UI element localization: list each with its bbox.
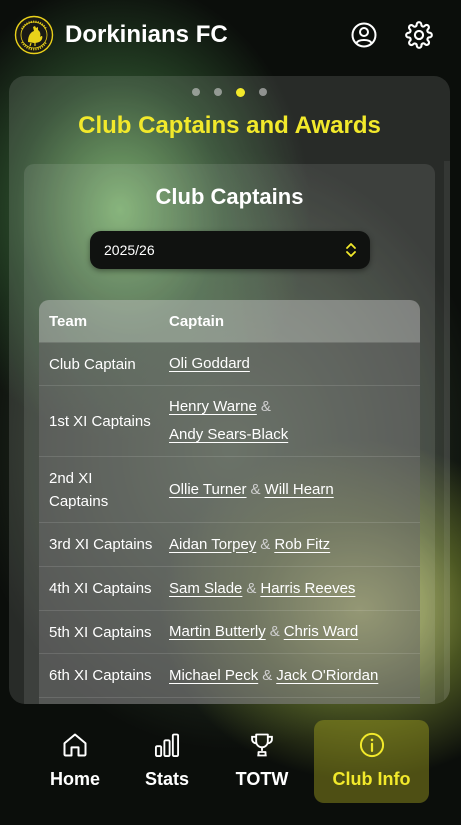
- captain-link[interactable]: Jack O'Riordan: [276, 667, 378, 684]
- bar-chart-icon: [153, 730, 181, 760]
- captain-separator: &: [262, 666, 273, 684]
- table-row: 3rd XI Captains Aidan Torpey & Rob Fitz: [39, 522, 420, 566]
- captain-link[interactable]: Rob Fitz: [274, 536, 330, 553]
- nav-home[interactable]: Home: [36, 720, 114, 803]
- club-crest-logo[interactable]: [14, 15, 54, 55]
- section-title: Club Captains: [155, 184, 304, 209]
- season-select[interactable]: 2025/26: [90, 231, 370, 269]
- captain-link[interactable]: Henry Warne: [169, 398, 257, 415]
- trophy-icon: [248, 730, 276, 760]
- team-cell: 1st XI Captains: [49, 412, 151, 430]
- club-captains-section: Club Captains 2025/26 Team Captain Club …: [24, 164, 435, 704]
- captain-link[interactable]: Oli Goddard: [169, 355, 250, 372]
- app-header: Dorkinians FC: [0, 0, 461, 72]
- settings-button[interactable]: [404, 20, 434, 50]
- team-cell: Club Captain: [49, 355, 136, 373]
- team-cell: 6th XI Captains: [49, 667, 152, 684]
- nav-club-info[interactable]: Club Info: [314, 720, 429, 803]
- captain-separator: &: [250, 480, 261, 498]
- page-title: Club Captains and Awards: [78, 112, 381, 139]
- captain-separator: &: [260, 535, 271, 553]
- column-header-captain: Captain: [169, 312, 225, 330]
- captains-table: Team Captain Club Captain Oli Goddard 1s…: [39, 300, 420, 704]
- captain-cell: Henry Warne & Andy Sears-Black: [169, 393, 420, 449]
- captain-cell: Ollie Turner & Will Hearn: [169, 476, 420, 504]
- table-header: Team Captain: [39, 300, 420, 342]
- table-row-partial: [39, 697, 420, 704]
- nav-totw[interactable]: TOTW: [226, 720, 298, 803]
- captain-link[interactable]: Aidan Torpey: [169, 536, 256, 553]
- table-row: 1st XI Captains Henry Warne & Andy Sears-…: [39, 385, 420, 456]
- captain-link[interactable]: Will Hearn: [265, 481, 334, 498]
- nav-home-label: Home: [49, 769, 100, 789]
- nav-stats-label: Stats: [144, 769, 189, 789]
- scrollbar[interactable]: [444, 161, 450, 704]
- captain-link[interactable]: Sam Slade: [169, 580, 242, 597]
- info-icon: [358, 730, 386, 760]
- nav-stats[interactable]: Stats: [133, 720, 201, 803]
- bottom-navigation: Home Stats TOTW Club Info: [0, 712, 461, 812]
- captain-separator: &: [269, 623, 280, 640]
- captain-cell: Aidan Torpey & Rob Fitz: [169, 531, 420, 559]
- table-row: Club Captain Oli Goddard: [39, 342, 420, 385]
- captain-cell: Martin Butterly & Chris Ward: [169, 618, 420, 646]
- team-cell: 2nd XI Captains: [49, 469, 109, 510]
- column-header-team: Team: [49, 312, 88, 330]
- user-profile-button[interactable]: [349, 20, 379, 50]
- carousel-dot-4[interactable]: [259, 88, 267, 96]
- captain-link[interactable]: Martin Butterly: [169, 623, 266, 640]
- season-select-value: 2025/26: [104, 242, 155, 258]
- carousel-dot-3-active[interactable]: [236, 87, 245, 97]
- captain-separator: &: [246, 579, 257, 597]
- nav-club-info-label: Club Info: [332, 769, 411, 789]
- captain-link[interactable]: Andy Sears-Black: [169, 426, 288, 443]
- team-cell: 3rd XI Captains: [49, 536, 153, 553]
- carousel-dot-1[interactable]: [192, 88, 200, 96]
- team-cell: 4th XI Captains: [49, 580, 152, 597]
- chevron-up-down-icon: [345, 241, 357, 264]
- gear-icon: [405, 21, 433, 49]
- home-icon: [61, 730, 89, 760]
- user-circle-icon: [351, 22, 377, 48]
- table-row: 2nd XI Captains Ollie Turner & Will Hearn: [39, 456, 420, 522]
- table-row: 5th XI Captains Martin Butterly & Chris Wa…: [39, 610, 420, 653]
- main-content-card: Club Captains and Awards Club Captains 2…: [9, 76, 450, 704]
- team-cell: 5th XI Captains: [49, 623, 152, 641]
- captain-cell: Oli Goddard: [169, 350, 420, 378]
- captain-link[interactable]: Harris Reeves: [260, 580, 355, 597]
- captain-link[interactable]: Chris Ward: [284, 623, 358, 640]
- carousel-dots: [9, 87, 450, 97]
- captain-separator: &: [260, 398, 271, 415]
- captain-cell: Michael Peck & Jack O'Riordan: [169, 662, 420, 690]
- captain-cell: Sam Slade & Harris Reeves: [169, 575, 420, 603]
- captain-link[interactable]: Ollie Turner: [169, 481, 247, 498]
- table-row: 4th XI Captains Sam Slade & Harris Reeves: [39, 566, 420, 610]
- carousel-dot-2[interactable]: [214, 88, 222, 96]
- captain-link[interactable]: Michael Peck: [169, 667, 258, 684]
- nav-totw-label: TOTW: [235, 769, 289, 789]
- table-row: 6th XI Captains Michael Peck & Jack O'Rior…: [39, 653, 420, 697]
- app-title: Dorkinians FC: [65, 21, 228, 48]
